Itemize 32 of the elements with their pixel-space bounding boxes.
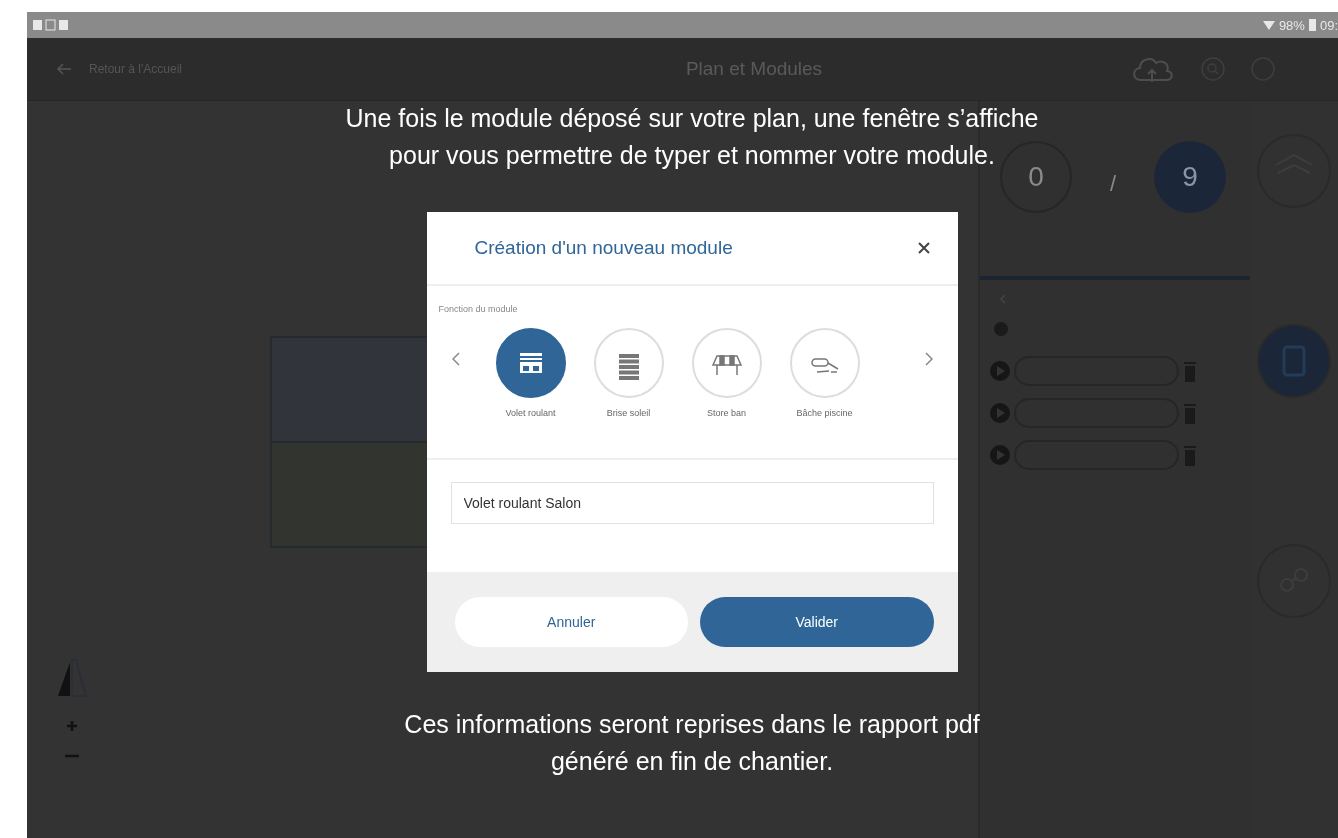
dialog-title: Création d'un nouveau module [474, 237, 733, 259]
function-option[interactable]: Volet roulant [494, 328, 567, 418]
module-name-field[interactable]: Volet roulant Salon [450, 482, 934, 524]
chevron-right-icon [924, 352, 933, 366]
cancel-button[interactable]: Annuler [454, 597, 688, 647]
battery-icon [1308, 19, 1316, 31]
back-arrow-icon[interactable] [57, 63, 71, 75]
placed-counter: 0 [1000, 141, 1072, 213]
play-icon[interactable] [990, 403, 1010, 423]
wifi-icon [1262, 19, 1275, 31]
chevron-left-icon [451, 352, 460, 366]
compass-icon[interactable] [56, 656, 88, 698]
function-option[interactable]: Brise soleil [592, 328, 665, 418]
tutorial-caption: pour vous permettre de typer et nommer votre module. [389, 140, 995, 171]
tutorial-caption: généré en fin de chantier. [550, 746, 834, 777]
clock: 09: [1319, 17, 1338, 33]
tutorial-caption: Une fois le module déposé sur votre plan, une fenêtre s’affiche [345, 103, 1039, 134]
zoom-out-icon[interactable] [65, 754, 79, 758]
confirm-button[interactable]: Valider [700, 597, 934, 647]
function-option[interactable]: Bâche piscine [788, 328, 861, 418]
notification-icon [33, 19, 69, 31]
battery-level: 98% [1278, 17, 1305, 33]
section-label: Fonction du module [437, 303, 519, 314]
close-icon [917, 242, 930, 254]
scanned-counter: 9 [1154, 141, 1226, 213]
play-icon[interactable] [990, 445, 1010, 465]
function-option[interactable]: Store ban [690, 328, 763, 418]
modules-icon[interactable] [1254, 321, 1334, 401]
tutorial-caption: Ces informations seront reprises dans le rapport pdf [404, 709, 980, 740]
play-icon[interactable] [990, 361, 1010, 381]
counter-separator: / [1109, 171, 1117, 197]
zoom-in-icon[interactable] [66, 720, 78, 732]
